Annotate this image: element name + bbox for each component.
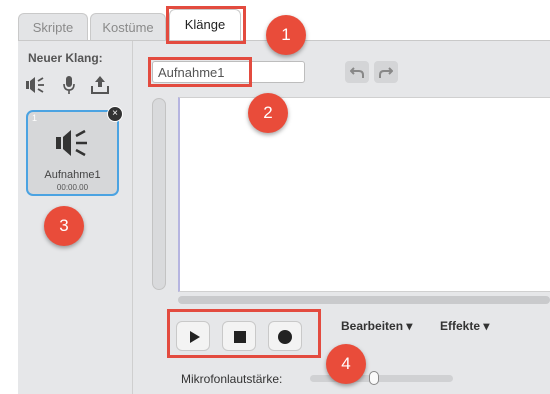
- annotation-badge: 4: [326, 344, 366, 384]
- speaker-icon: [56, 126, 92, 165]
- highlight-name-input: [148, 57, 252, 87]
- mic-volume-label: Mikrofonlautstärke:: [181, 372, 283, 386]
- sound-duration: 00:00.00: [56, 183, 89, 192]
- undo-icon[interactable]: [345, 61, 369, 83]
- tab-scripts[interactable]: Skripte: [18, 13, 88, 40]
- waveform-canvas[interactable]: [178, 97, 550, 292]
- effects-menu[interactable]: Effekte ▾: [440, 319, 489, 333]
- sound-name: Aufnahme1: [44, 169, 101, 181]
- annotation-badge: 3: [44, 206, 84, 246]
- speaker-library-icon[interactable]: [26, 75, 44, 95]
- microphone-icon[interactable]: [61, 75, 79, 95]
- redo-icon[interactable]: [374, 61, 398, 83]
- tab-label: Kostüme: [102, 20, 154, 35]
- sound-index: 1: [32, 113, 38, 123]
- vertical-scrollbar[interactable]: [152, 98, 166, 290]
- horizontal-scrollbar[interactable]: [178, 296, 550, 304]
- sound-item[interactable]: 1 × Aufnahme1 00:00.00: [26, 106, 123, 196]
- edit-menu[interactable]: Bearbeiten ▾: [341, 319, 412, 333]
- highlight-controls: [167, 309, 321, 358]
- highlight-tab-sounds: [166, 6, 246, 44]
- upload-icon[interactable]: [90, 75, 109, 95]
- annotation-badge: 2: [248, 93, 288, 133]
- tab-costumes[interactable]: Kostüme: [90, 13, 166, 40]
- annotation-badge: 1: [266, 15, 306, 55]
- new-sound-label: Neuer Klang:: [28, 51, 103, 65]
- tab-label: Skripte: [32, 20, 74, 35]
- delete-sound-icon[interactable]: ×: [107, 106, 123, 122]
- mic-volume-knob[interactable]: [369, 371, 380, 385]
